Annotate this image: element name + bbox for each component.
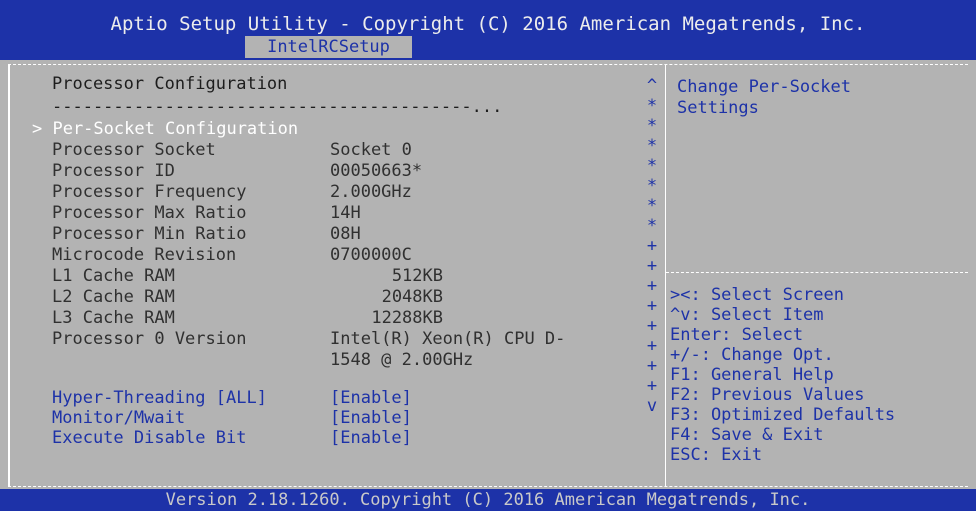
version-text: Version 2.18.1260. Copyright (C) 2016 Am…: [165, 490, 811, 510]
info-value: 1548 @ 2.00GHz: [330, 350, 474, 370]
info-value: 12288KB: [371, 308, 443, 328]
help-key-line: F1: General Help: [670, 365, 834, 385]
header-bar: Aptio Setup Utility - Copyright (C) 2016…: [0, 0, 976, 60]
info-value: Socket 0: [330, 140, 412, 160]
app-title: Aptio Setup Utility - Copyright (C) 2016…: [110, 13, 866, 35]
info-label: Microcode Revision: [52, 245, 237, 265]
scroll-thumb[interactable]: *: [645, 176, 659, 197]
help-key-line: F3: Optimized Defaults: [670, 405, 896, 425]
scroll-track[interactable]: +: [645, 236, 659, 257]
info-label: Processor 0 Version: [52, 329, 247, 349]
help-description-line: Change Per-Socket: [677, 77, 851, 97]
help-description-line: Settings: [677, 98, 759, 118]
scroll-track[interactable]: +: [645, 256, 659, 277]
info-value: 2048KB: [381, 287, 443, 307]
option-label[interactable]: Execute Disable Bit: [52, 428, 246, 449]
info-label: Processor ID: [52, 161, 175, 181]
scroll-track[interactable]: +: [645, 296, 659, 317]
info-value: Intel(R) Xeon(R) CPU D-: [330, 329, 566, 349]
scroll-thumb[interactable]: *: [645, 156, 659, 177]
scroll-track[interactable]: +: [645, 276, 659, 297]
page-title: Processor Configuration: [52, 74, 288, 94]
info-value: 2.000GHz: [330, 182, 412, 202]
scroll-track[interactable]: +: [645, 356, 659, 377]
footer-bar: Version 2.18.1260. Copyright (C) 2016 Am…: [0, 489, 976, 511]
option-value[interactable]: [Enable]: [330, 428, 412, 449]
info-label: Processor Frequency: [52, 182, 247, 202]
info-value: 00050663*: [330, 161, 423, 181]
title-separator: ----------------------------------------…: [52, 97, 503, 117]
help-key-line: ^v: Select Item: [670, 305, 824, 325]
scroll-thumb[interactable]: *: [645, 116, 659, 137]
option-label[interactable]: Hyper-Threading [ALL]: [52, 388, 267, 409]
per-socket-configuration-item[interactable]: > Per-Socket Configuration: [32, 119, 298, 140]
scroll-thumb[interactable]: *: [645, 196, 659, 217]
scroll-down-arrow[interactable]: v: [645, 396, 659, 417]
info-label: L1 Cache RAM: [52, 266, 175, 286]
info-value: 512KB: [391, 266, 443, 286]
info-label: Processor Min Ratio: [52, 224, 247, 244]
help-key-line: Enter: Select: [670, 325, 804, 345]
help-key-line: ><: Select Screen: [670, 285, 844, 305]
scroll-thumb[interactable]: *: [645, 216, 659, 237]
option-value[interactable]: [Enable]: [330, 388, 412, 409]
scroll-thumb[interactable]: *: [645, 136, 659, 157]
help-key-line: F2: Previous Values: [670, 385, 865, 405]
option-value[interactable]: [Enable]: [330, 408, 412, 429]
info-label: Processor Socket: [52, 140, 216, 160]
help-key-line: F4: Save & Exit: [670, 425, 824, 445]
scroll-up-arrow[interactable]: ^: [645, 76, 659, 97]
help-key-line: ESC: Exit: [670, 445, 763, 465]
info-label: L2 Cache RAM: [52, 287, 175, 307]
info-label: Processor Max Ratio: [52, 203, 247, 223]
info-label: L3 Cache RAM: [52, 308, 175, 328]
panel-divider: [665, 64, 666, 487]
info-value: 0700000C: [330, 245, 412, 265]
help-key-line: +/-: Change Opt.: [670, 345, 834, 365]
scroll-track[interactable]: +: [645, 336, 659, 357]
scroll-track[interactable]: +: [645, 376, 659, 397]
info-value: 14H: [330, 203, 361, 223]
help-separator: [666, 272, 968, 273]
scroll-track[interactable]: +: [645, 316, 659, 337]
option-label[interactable]: Monitor/Mwait: [52, 408, 185, 429]
tab-intelrcsetup[interactable]: IntelRCSetup: [245, 36, 412, 58]
scroll-thumb[interactable]: *: [645, 96, 659, 117]
info-value: 08H: [330, 224, 361, 244]
